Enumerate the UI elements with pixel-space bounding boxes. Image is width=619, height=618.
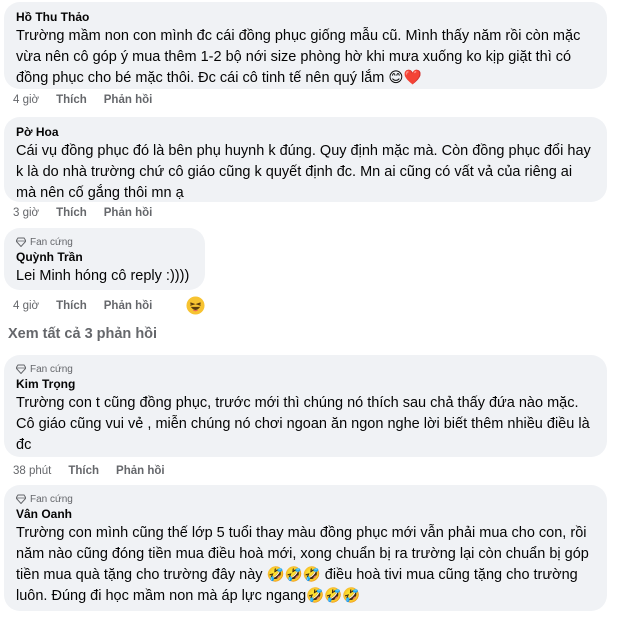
mention-link[interactable]: Lei Minh [16, 268, 71, 284]
comment-text-body: hóng cô reply :)))) [70, 268, 190, 284]
comment-text: Trường con t cũng đồng phục, trước mới t… [16, 395, 590, 453]
comment-time[interactable]: 4 giờ [13, 300, 39, 312]
fan-badge: Fan cứng [16, 363, 595, 375]
diamond-icon [16, 494, 26, 504]
comment-text: Cái vụ đồng phục đó là bên phụ huynh k đ… [16, 143, 591, 201]
like-button[interactable]: Thích [68, 465, 99, 477]
reply-button[interactable]: Phản hồi [104, 207, 153, 219]
comment-text: Trường con mình cũng thế lớp 5 tuổi thay… [16, 525, 589, 604]
comment-author[interactable]: Quỳnh Trần [16, 249, 193, 265]
comment-author[interactable]: Kim Trọng [16, 376, 595, 392]
comment-bubble: Hồ Thu Thảo Trường mầm non con mình đc c… [4, 2, 607, 89]
like-button[interactable]: Thích [56, 207, 87, 219]
reply-button[interactable]: Phản hồi [104, 300, 153, 312]
fan-badge-label: Fan cứng [30, 363, 73, 375]
comment-author[interactable]: Hồ Thu Thảo [16, 9, 595, 25]
comment-bubble: Pờ Hoa Cái vụ đồng phục đó là bên phụ hu… [4, 117, 607, 202]
diamond-icon [16, 364, 26, 374]
comment-actions: 38 phút Thích Phản hồi [13, 465, 182, 477]
comment-time[interactable]: 38 phút [13, 465, 51, 477]
fan-badge-label: Fan cứng [30, 493, 73, 505]
comment-bubble: Fan cứng Kim Trọng Trường con t cũng đồn… [4, 355, 607, 457]
comment-actions: 3 giờ Thích Phản hồi [13, 207, 169, 219]
fan-badge: Fan cứng [16, 236, 193, 248]
see-all-replies-link[interactable]: Xem tất cả 3 phản hồi [8, 326, 157, 342]
diamond-icon [16, 237, 26, 247]
laughing-emoji-icon[interactable] [186, 296, 205, 315]
comment-time[interactable]: 3 giờ [13, 207, 39, 219]
comment-time[interactable]: 4 giờ [13, 94, 39, 106]
comment-text: Trường mầm non con mình đc cái đồng phục… [16, 28, 581, 86]
reply-button[interactable]: Phản hồi [116, 465, 165, 477]
reply-button[interactable]: Phản hồi [104, 94, 153, 106]
comment-actions: 4 giờ Thích Phản hồi [13, 300, 169, 312]
like-button[interactable]: Thích [56, 94, 87, 106]
comment-text: Lei Minh hóng cô reply :)))) [16, 266, 193, 287]
comment-bubble: Fan cứng Vân Oanh Trường con mình cũng t… [4, 485, 607, 611]
fan-badge-label: Fan cứng [30, 236, 73, 248]
comment-bubble: Fan cứng Quỳnh Trần Lei Minh hóng cô rep… [4, 228, 205, 290]
fan-badge: Fan cứng [16, 493, 595, 505]
like-button[interactable]: Thích [56, 300, 87, 312]
comment-actions: 4 giờ Thích Phản hồi [13, 94, 169, 106]
comment-author[interactable]: Pờ Hoa [16, 124, 595, 140]
comment-author[interactable]: Vân Oanh [16, 506, 595, 522]
